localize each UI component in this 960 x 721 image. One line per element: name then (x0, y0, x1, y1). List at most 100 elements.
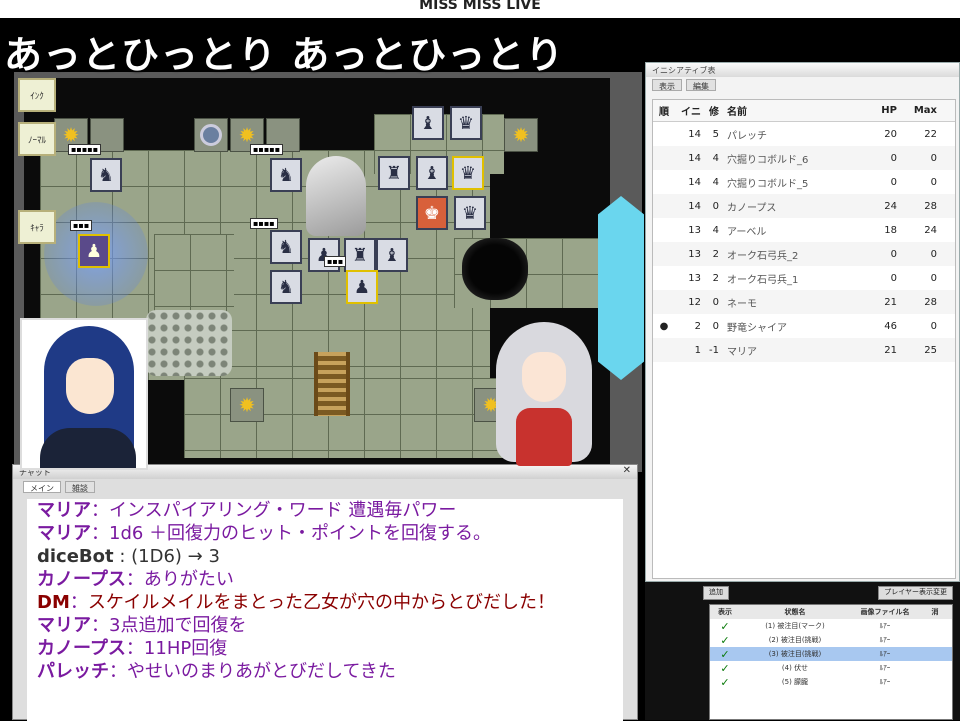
chat-message: マリア：インスパイアリング・ワード 遭遇毎パワー (37, 499, 613, 522)
token-label: ▪▪▪▪▪ (68, 144, 102, 155)
character-token[interactable]: ♜ (378, 156, 410, 190)
row-hp: 21 (884, 344, 897, 356)
character-token[interactable]: ♛ (452, 156, 484, 190)
row-name: 野竜シャイア (727, 322, 787, 334)
character-token[interactable]: ♟ (346, 270, 378, 304)
initiative-row[interactable]: 14 4 穴掘りコボルド_5 0 0 (653, 170, 955, 194)
status-row[interactable]: ✓ (3) 被注目(挑戦) ﾙｱｰ (710, 647, 952, 661)
status-name: (1) 被注目(マーク) (765, 622, 825, 630)
row-name: アーベル (727, 226, 767, 238)
initiative-row[interactable]: ● 2 0 野竜シャイア 46 0 (653, 314, 955, 338)
initiative-row[interactable]: 14 5 パレッチ 20 22 (653, 122, 955, 146)
status-checkbox[interactable]: ✓ (710, 662, 740, 675)
status-checkbox[interactable]: ✓ (710, 648, 740, 661)
status-row[interactable]: ✓ (4) 伏せ ﾙｱｰ (710, 661, 952, 675)
row-name: パレッチ (727, 130, 767, 142)
chat-text: ありがたい (143, 569, 234, 590)
character-token[interactable]: ♝ (376, 238, 408, 272)
status-name: (2) 被注目(挑戦) (768, 636, 822, 644)
character-token[interactable]: ♝ (416, 156, 448, 190)
col-name[interactable]: 名前 (719, 103, 857, 118)
dragon-token[interactable] (306, 156, 366, 236)
map-side-button[interactable]: ﾉｰﾏﾙ (18, 122, 56, 156)
status-image: ﾙｱｰ (879, 650, 891, 658)
initiative-row[interactable]: 13 2 オーク石弓兵_2 0 0 (653, 242, 955, 266)
col-initiative[interactable]: イニ (675, 103, 701, 118)
initiative-row[interactable]: 14 4 穴掘りコボルド_6 0 0 (653, 146, 955, 170)
row-max: 24 (924, 224, 937, 236)
row-modifier: 4 (712, 224, 719, 236)
col-hp[interactable]: HP (857, 105, 897, 116)
chat-log[interactable]: マリア：インスパイアリング・ワード 遭遇毎パワー マリア：1d6 ＋回復力のヒット… (27, 499, 623, 721)
row-max: 25 (924, 344, 937, 356)
initiative-row[interactable]: 13 4 アーベル 18 24 (653, 218, 955, 242)
initiative-table: 順 イニ 修 名前 HP Max 14 5 パレッチ 20 22 14 4 穴掘りコボルド_6… (652, 99, 956, 579)
character-token[interactable]: ♞ (270, 270, 302, 304)
chat-speaker: パレッチ (37, 661, 109, 682)
status-checkbox[interactable]: ✓ (710, 676, 740, 689)
chat-tabs: メイン 雑談 (13, 479, 637, 495)
chat-text: スケイルメイルをまとった乙女が穴の中からとびだした！ (87, 592, 555, 613)
portrait-face (66, 358, 114, 414)
character-token[interactable]: ♝ (412, 106, 444, 140)
chat-text: 1d6 ＋回復力のヒット・ポイントを回復する。 (109, 523, 492, 544)
initiative-tab[interactable]: 表示 (652, 79, 682, 91)
status-row[interactable]: ✓ (5) 朦朧 ﾙｱｰ (710, 675, 952, 689)
chat-speaker: マリア (37, 523, 91, 544)
character-token[interactable]: ♞ (270, 230, 302, 264)
initiative-window-title: イニシアティブ表 (646, 63, 959, 77)
row-modifier: 0 (712, 296, 719, 308)
initiative-tab[interactable]: 編集 (686, 79, 716, 91)
col-max[interactable]: Max (897, 105, 937, 116)
close-icon[interactable]: ✕ (623, 465, 631, 476)
status-row[interactable]: ✓ (2) 被注目(挑戦) ﾙｱｰ (710, 633, 952, 647)
row-modifier: 2 (712, 248, 719, 260)
initiative-row[interactable]: 1 -1 マリア 21 25 (653, 338, 955, 362)
chat-message: カノープス：11HP回復 (37, 637, 613, 660)
character-token[interactable]: ♞ (270, 158, 302, 192)
chat-speaker: マリア (37, 615, 91, 636)
col-display[interactable]: 表示 (710, 607, 740, 617)
chat-text: インスパイアリング・ワード 遭遇毎パワー (109, 500, 457, 521)
chat-message: パレッチ：やせいのまりあがとびだしてきた (37, 660, 613, 683)
row-hp: 24 (884, 200, 897, 212)
initiative-row[interactable]: 13 2 オーク石弓兵_1 0 0 (653, 266, 955, 290)
character-token[interactable]: ♟ (78, 234, 110, 268)
row-modifier: 4 (712, 152, 719, 164)
col-image-file[interactable]: 画像ファイル名 (850, 607, 920, 617)
map-side-button[interactable]: ｷｬﾗ (18, 210, 56, 244)
col-delete[interactable]: 消 (920, 607, 950, 617)
character-token[interactable]: ♜ (344, 238, 376, 272)
row-initiative: 13 (688, 224, 701, 236)
map-floor (154, 234, 234, 314)
add-status-button[interactable]: 追加 (703, 586, 729, 600)
initiative-tabs: 表示 編集 (646, 77, 959, 93)
col-modifier[interactable]: 修 (701, 103, 719, 118)
token-label: ▪▪▪ (324, 256, 347, 267)
token-label: ▪▪▪ (70, 220, 93, 231)
player-display-button[interactable]: プレイヤー表示変更 (878, 586, 953, 600)
row-max: 0 (930, 152, 937, 164)
character-token[interactable]: ♞ (90, 158, 122, 192)
chat-window: チャット ✕ メイン 雑談 マリア：インスパイアリング・ワード 遭遇毎パワー マリ… (12, 464, 638, 721)
status-image: ﾙｱｰ (879, 664, 891, 672)
status-row[interactable]: ✓ (1) 被注目(マーク) ﾙｱｰ (710, 619, 952, 633)
status-image: ﾙｱｰ (879, 636, 891, 644)
chat-tab-chatter[interactable]: 雑談 (65, 481, 95, 493)
character-token[interactable]: ♚ (416, 196, 448, 230)
initiative-row[interactable]: 12 0 ネーモ 21 28 (653, 290, 955, 314)
character-token[interactable]: ♛ (454, 196, 486, 230)
character-token[interactable]: ♛ (450, 106, 482, 140)
col-status-name[interactable]: 状態名 (740, 607, 850, 617)
map-side-button[interactable]: ｲﾝｸ (18, 78, 56, 112)
col-order[interactable]: 順 (653, 103, 675, 118)
initiative-row[interactable]: 14 0 カノープス 24 28 (653, 194, 955, 218)
status-checkbox[interactable]: ✓ (710, 620, 740, 633)
chat-tab-main[interactable]: メイン (23, 481, 61, 493)
status-name: (5) 朦朧 (781, 678, 809, 686)
row-max: 0 (930, 272, 937, 284)
row-max: 0 (930, 248, 937, 260)
row-name: カノープス (727, 202, 777, 214)
status-checkbox[interactable]: ✓ (710, 634, 740, 647)
row-name: オーク石弓兵_1 (727, 274, 799, 286)
